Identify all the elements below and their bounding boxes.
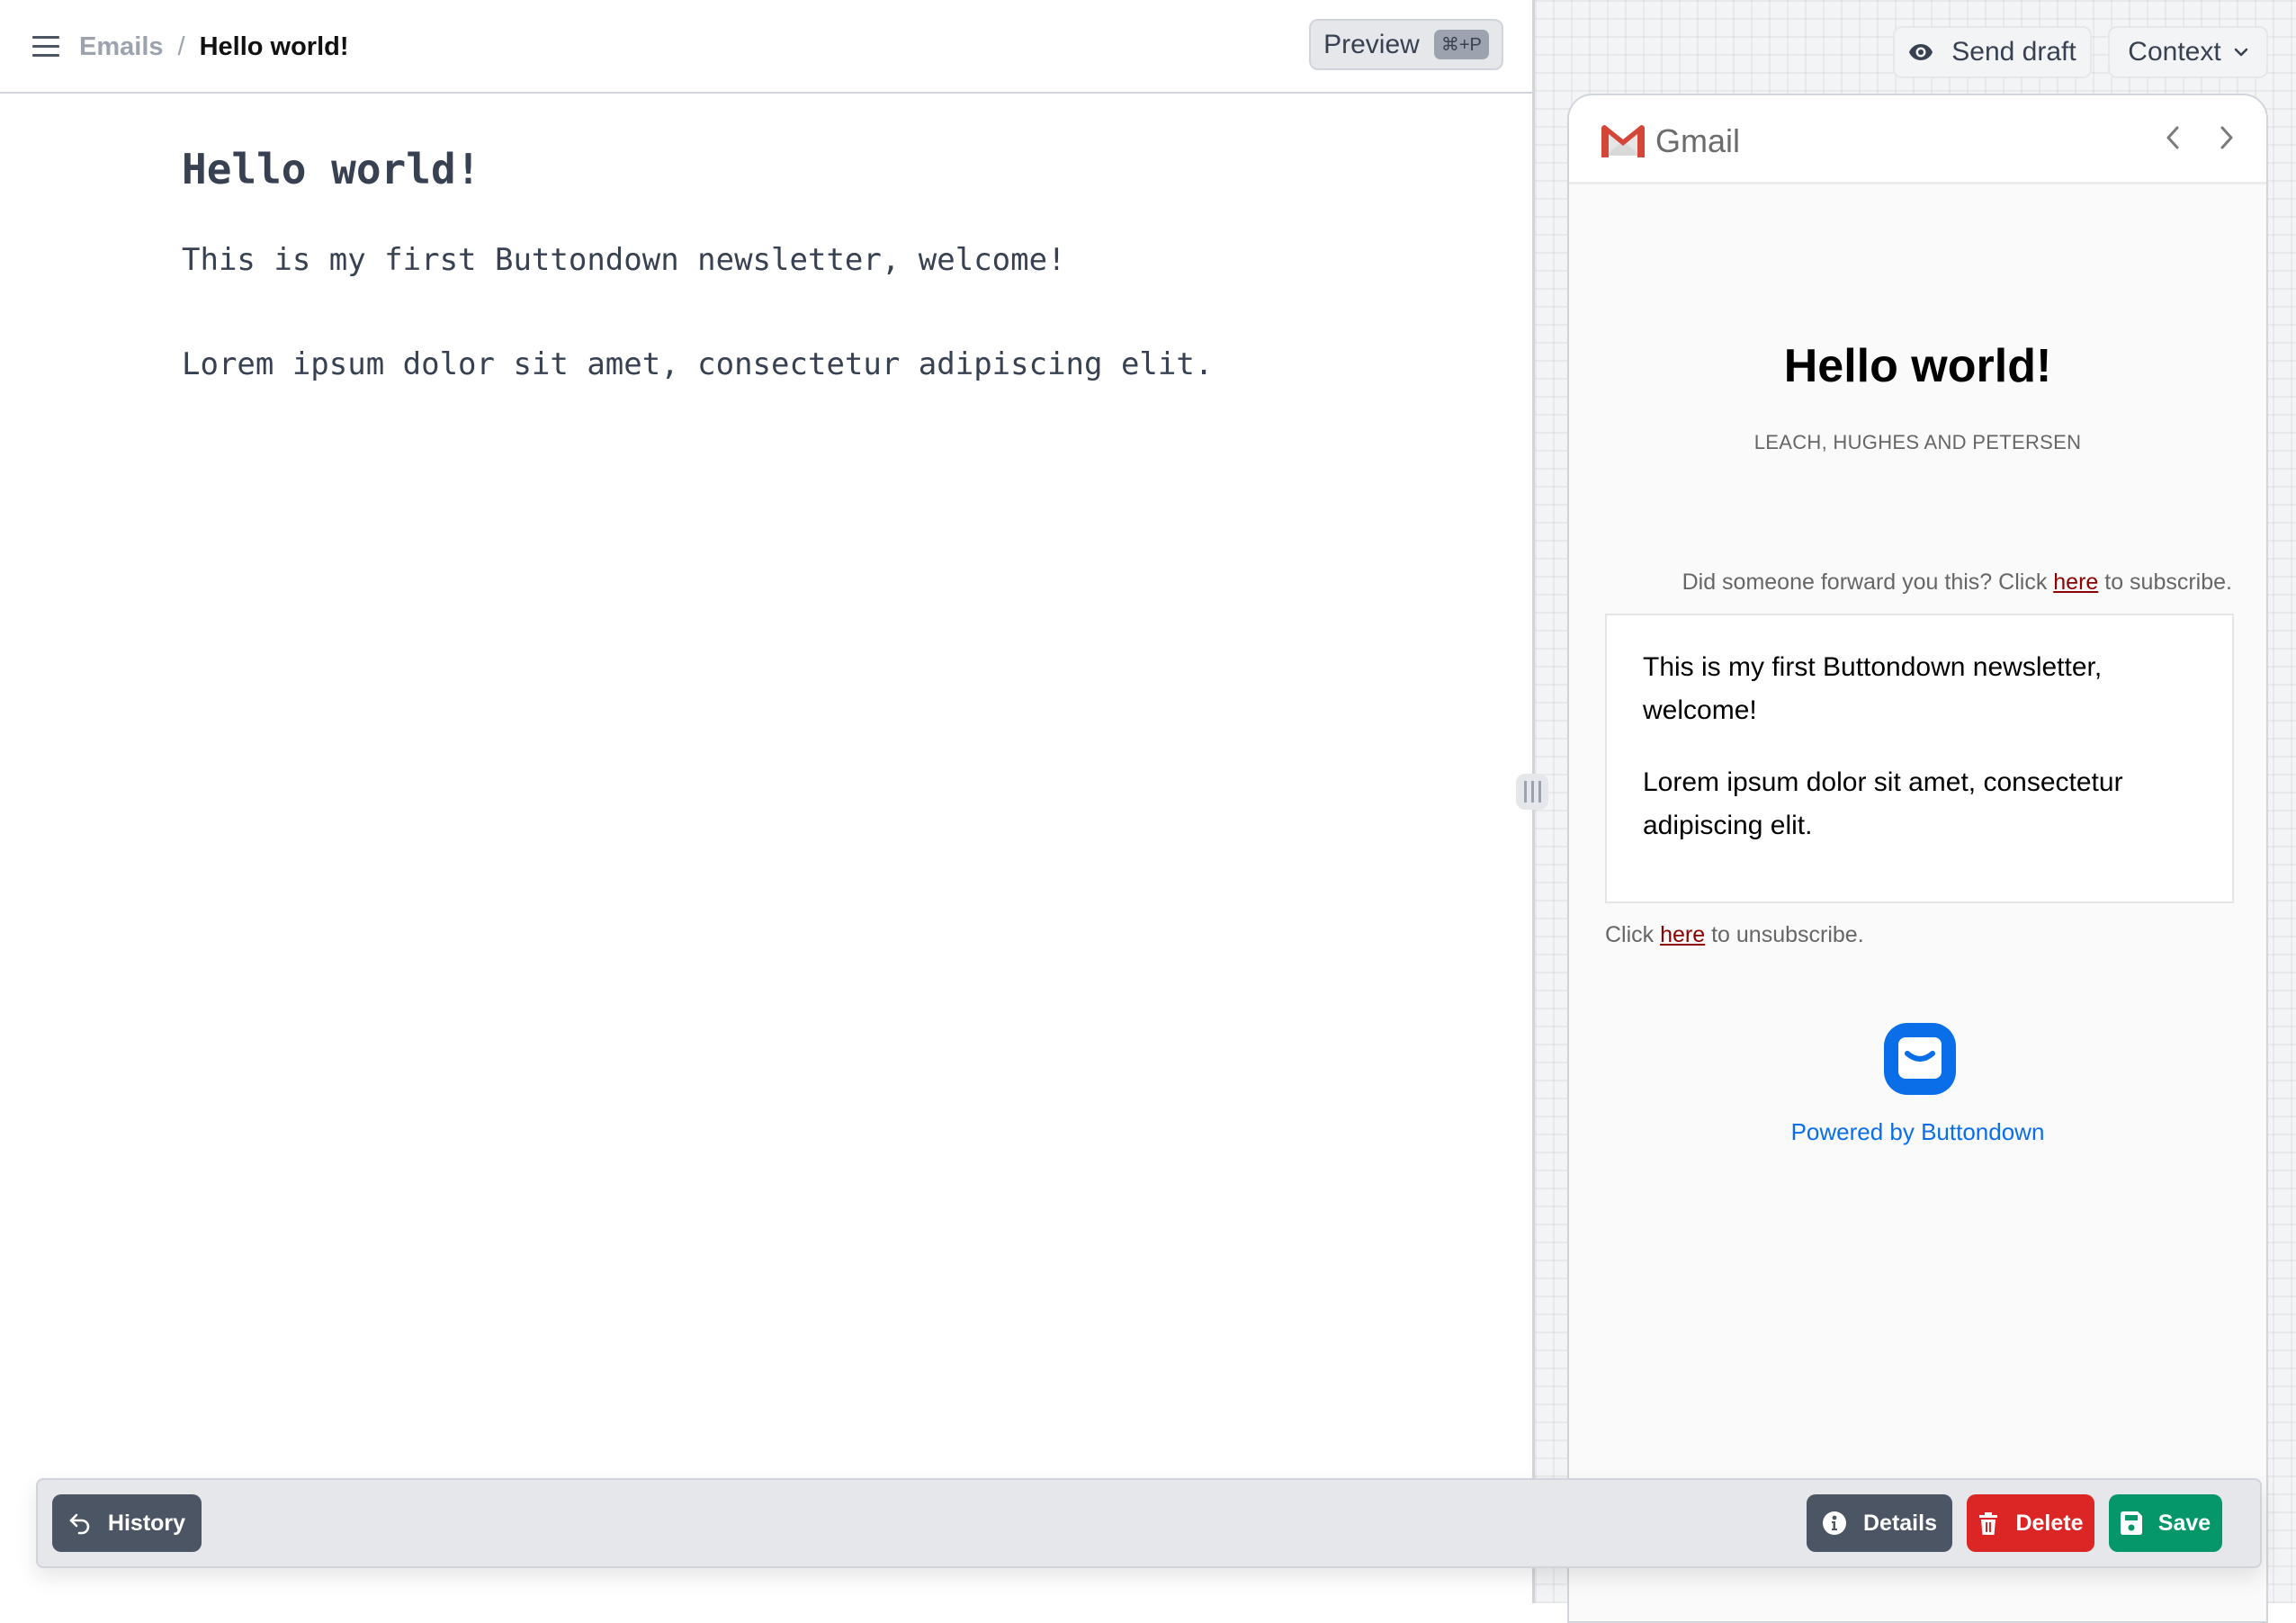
email-title: Hello world! [1783, 340, 2052, 392]
details-button[interactable]: Details [1807, 1494, 1952, 1552]
chevron-right-icon[interactable] [2213, 122, 2240, 153]
editor-title[interactable]: Hello world! [182, 135, 1441, 203]
top-bar: Emails / Hello world! Preview ⌘+P [0, 0, 1532, 94]
preview-shortcut-badge: ⌘+P [1433, 30, 1489, 59]
unsub-suffix: to unsubscribe. [1705, 922, 1864, 947]
trash-icon [1979, 1512, 1998, 1535]
save-button[interactable]: Save [2109, 1494, 2222, 1552]
breadcrumb-current: Hello world! [199, 32, 349, 61]
chevron-down-icon [2234, 48, 2247, 57]
forward-suffix: to subscribe. [2098, 569, 2232, 595]
delete-label: Delete [2015, 1510, 2084, 1536]
breadcrumb-separator: / [177, 32, 185, 61]
breadcrumb: Emails / Hello world! [79, 29, 349, 65]
subscribe-link[interactable]: here [2053, 569, 2098, 595]
send-draft-button[interactable]: Send draft [1893, 26, 2092, 78]
forward-prefix: Did someone forward you this? Click [1682, 569, 2054, 595]
context-label: Context [2128, 37, 2221, 67]
save-label: Save [2157, 1510, 2211, 1536]
history-button[interactable]: History [52, 1494, 202, 1552]
unsubscribe-notice: Click here to unsubscribe. [1605, 922, 1864, 948]
context-dropdown[interactable]: Context [2108, 26, 2268, 78]
delete-button[interactable]: Delete [1967, 1494, 2094, 1552]
email-client-header: Gmail [1569, 95, 2266, 184]
preview-pane: Send draft Context Gmail Hello world! LE… [1532, 0, 2296, 1623]
send-draft-label: Send draft [1951, 37, 2076, 67]
email-body: This is my first Buttondown newsletter, … [1605, 614, 2234, 903]
bottom-toolbar: History Details Delete Save [36, 1478, 2262, 1568]
editor-paragraph[interactable]: Lorem ipsum dolor sit amet, consectetur … [182, 342, 1441, 387]
preview-label: Preview [1323, 29, 1420, 59]
eye-icon [1909, 44, 1933, 60]
gmail-logo: Gmail [1601, 122, 1740, 160]
email-body-paragraph: Lorem ipsum dolor sit amet, consectetur … [1643, 767, 2123, 840]
markdown-editor[interactable]: Hello world! This is my first Buttondown… [182, 135, 1441, 387]
undo-arrow-icon [69, 1513, 90, 1535]
info-icon [1823, 1511, 1846, 1535]
unsubscribe-link[interactable]: here [1660, 922, 1705, 947]
editor-pane: Emails / Hello world! Preview ⌘+P Hello … [0, 0, 1532, 1603]
floppy-disk-icon [2120, 1511, 2142, 1535]
preview-button[interactable]: Preview ⌘+P [1309, 19, 1503, 70]
email-client-name: Gmail [1655, 122, 1741, 159]
chevron-left-icon[interactable] [2159, 122, 2186, 153]
buttondown-logo-icon [1884, 1023, 1956, 1095]
forward-notice: Did someone forward you this? Click here… [1682, 569, 2232, 596]
email-preview-card: Gmail Hello world! LEACH, HUGHES AND PET… [1567, 94, 2268, 1623]
history-label: History [107, 1510, 186, 1536]
editor-paragraph[interactable]: This is my first Buttondown newsletter, … [182, 238, 1441, 282]
details-label: Details [1863, 1510, 1937, 1536]
breadcrumb-emails-link[interactable]: Emails [79, 29, 164, 65]
menu-icon[interactable] [32, 36, 59, 58]
unsub-prefix: Click [1605, 922, 1661, 947]
pane-resize-handle[interactable] [1516, 774, 1548, 810]
gmail-m-icon [1601, 125, 1645, 157]
email-sender: LEACH, HUGHES AND PETERSEN [1753, 431, 2082, 453]
email-body-paragraph: This is my first Buttondown newsletter, … [1643, 652, 2103, 725]
powered-by-link[interactable]: Powered by Buttondown [1569, 1118, 2266, 1146]
